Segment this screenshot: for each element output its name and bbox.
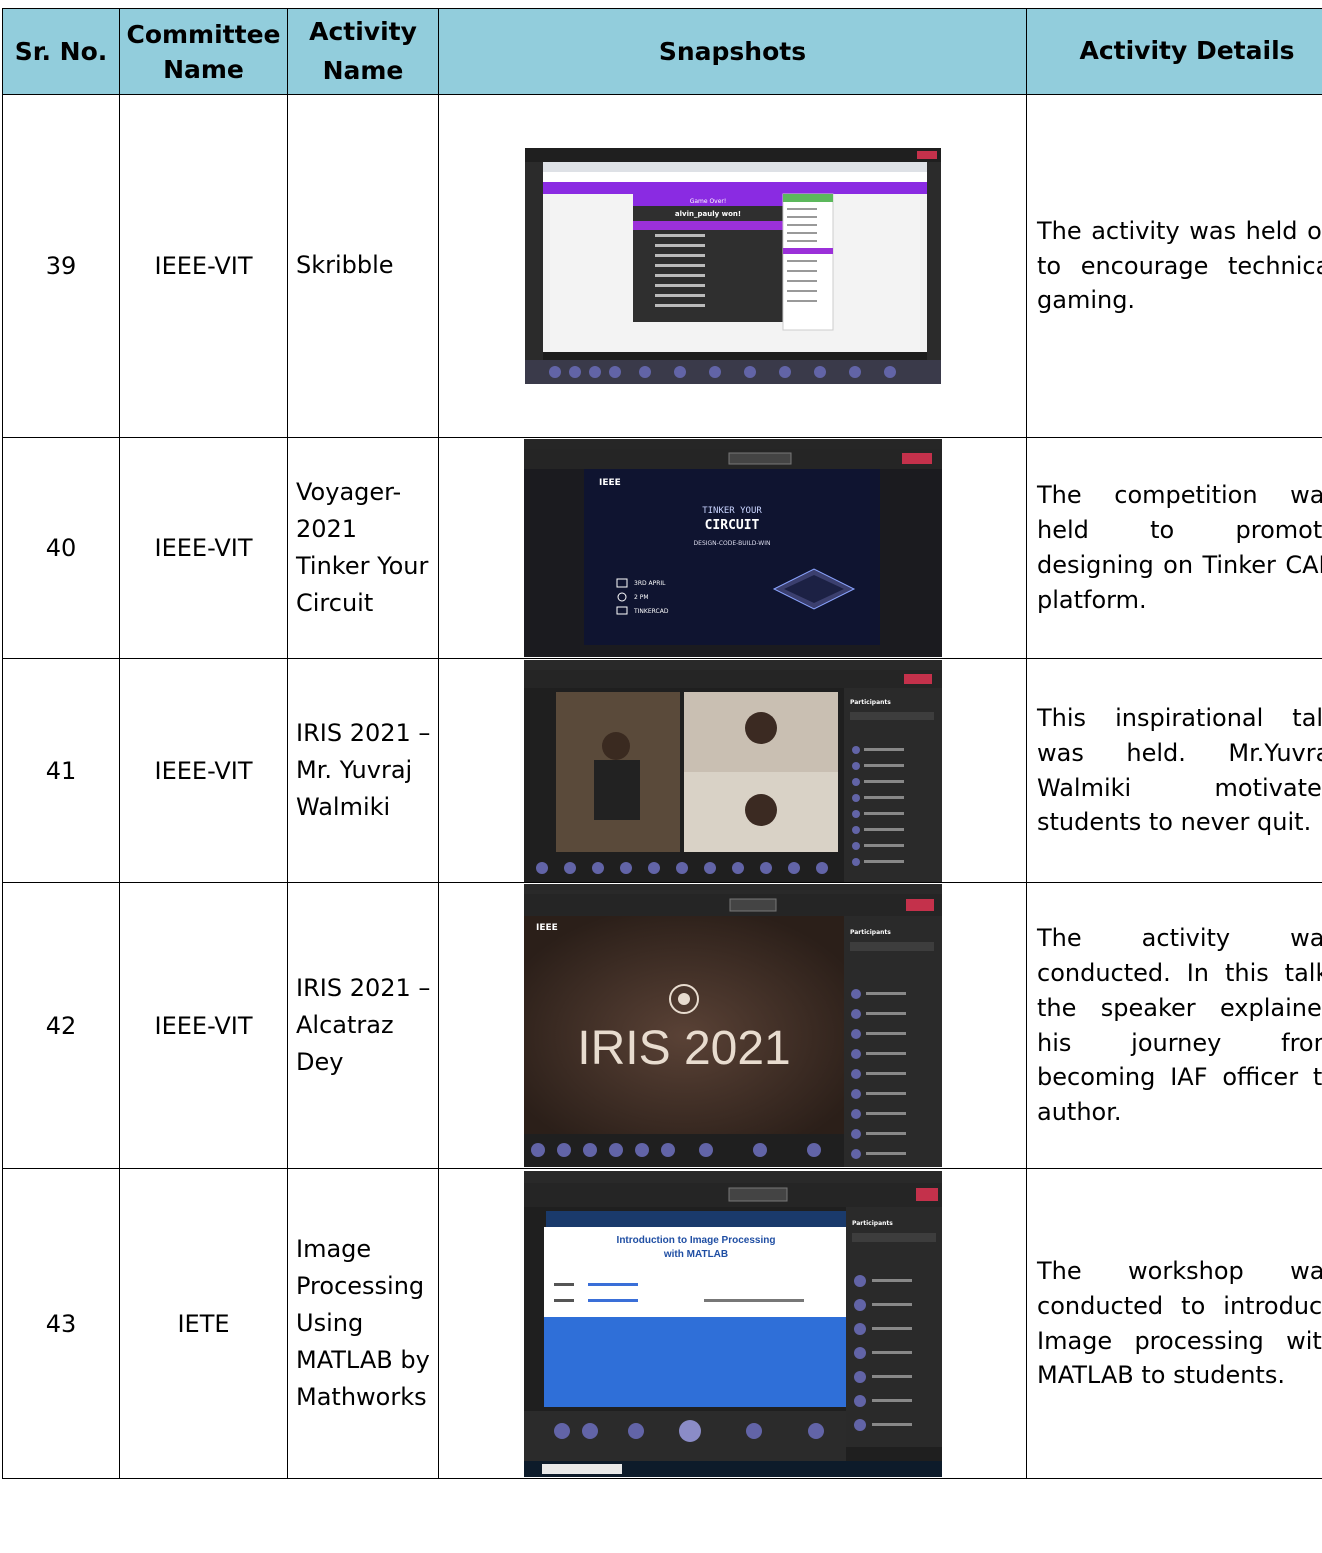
details-cell: The activity was conducted. In this talk… [1026,882,1322,1169]
snapshot-heading-2: CIRCUIT [704,518,759,533]
header-sr-no: Sr. No. [2,8,120,95]
table-row: 39 IEEE-VIT Skribble Game Over! alvin_pa… [2,94,1322,438]
snapshot-slide-title-1: Introduction to Image Processing [616,1235,775,1246]
header-snapshots: Snapshots [438,8,1027,95]
committee-cell: IEEE-VIT [119,882,288,1169]
snapshot-participants-label: Participants [850,929,891,936]
snapshot-cell: Participants [438,658,1027,883]
committee-cell: IEEE-VIT [119,658,288,883]
header-committee: Committee Name [119,8,288,95]
table-row: 40 IEEE-VIT Voyager-2021 Tinker Your Cir… [2,437,1322,659]
snapshot-participants-label: Participants [852,1220,893,1227]
snapshot-time: 2 PM [634,594,649,601]
details-cell: The competition was held to promote desi… [1026,437,1322,659]
snapshot-platform: TINKERCAD [633,608,669,615]
details-cell: This inspirational talk was held. Mr.Yuv… [1026,658,1322,883]
sr-no-cell: 41 [2,658,120,883]
table-row: 41 IEEE-VIT IRIS 2021 – Mr. Yuvraj Walmi… [2,658,1322,883]
committee-cell: IEEE-VIT [119,437,288,659]
snapshot-tagline: DESIGN-CODE-BUILD-WIN [693,540,770,547]
snapshot-image: Game Over! alvin_pauly won! [524,148,941,384]
details-cell: The activity was held on to encourage te… [1026,94,1322,438]
snapshot-image: IEEE IRIS 2021 Participants [523,884,942,1167]
activity-table: Sr. No. Committee Name Activity Name Sna… [2,8,1322,1479]
snapshot-date: 3RD APRIL [634,580,666,587]
snapshot-image: Participants [523,659,942,882]
snapshot-title: Game Over! [689,198,726,205]
table-row: 43 IETE Image Processing Using MATLAB by… [2,1168,1322,1479]
activity-cell: Image Processing Using MATLAB by Mathwor… [287,1168,439,1479]
snapshot-heading-1: TINKER YOUR [702,506,762,516]
snapshot-cell: IEEE TINKER YOUR CIRCUIT DESIGN-CODE-BUI… [438,437,1027,659]
snapshot-image: IEEE TINKER YOUR CIRCUIT DESIGN-CODE-BUI… [523,439,942,657]
snapshot-slide-title-2: with MATLAB [662,1249,727,1260]
header-details: Activity Details [1026,8,1322,95]
activity-cell: IRIS 2021 – Alcatraz Dey [287,882,439,1169]
sr-no-cell: 39 [2,94,120,438]
activity-cell: Voyager-2021 Tinker Your Circuit [287,437,439,659]
activity-cell: IRIS 2021 – Mr. Yuvraj Walmiki [287,658,439,883]
snapshot-cell: IEEE IRIS 2021 Participants [438,882,1027,1169]
snapshot-image: Introduction to Image Processing with MA… [523,1170,942,1477]
activity-cell: Skribble [287,94,439,438]
sr-no-cell: 43 [2,1168,120,1479]
snapshot-brand: IEEE [599,478,621,488]
header-activity: Activity Name [287,8,439,95]
snapshot-winner: alvin_pauly won! [674,210,740,218]
snapshot-brand: IEEE [536,923,558,933]
snapshot-cell: Game Over! alvin_pauly won! [438,94,1027,438]
sr-no-cell: 40 [2,437,120,659]
sr-no-cell: 42 [2,882,120,1169]
table-row: 42 IEEE-VIT IRIS 2021 – Alcatraz Dey IEE… [2,882,1322,1169]
snapshot-participants-label: Participants [850,699,891,706]
details-cell: The workshop was conducted to introduce … [1026,1168,1322,1479]
committee-cell: IEEE-VIT [119,94,288,438]
snapshot-title: IRIS 2021 [577,1022,790,1075]
committee-cell: IETE [119,1168,288,1479]
snapshot-cell: Introduction to Image Processing with MA… [438,1168,1027,1479]
